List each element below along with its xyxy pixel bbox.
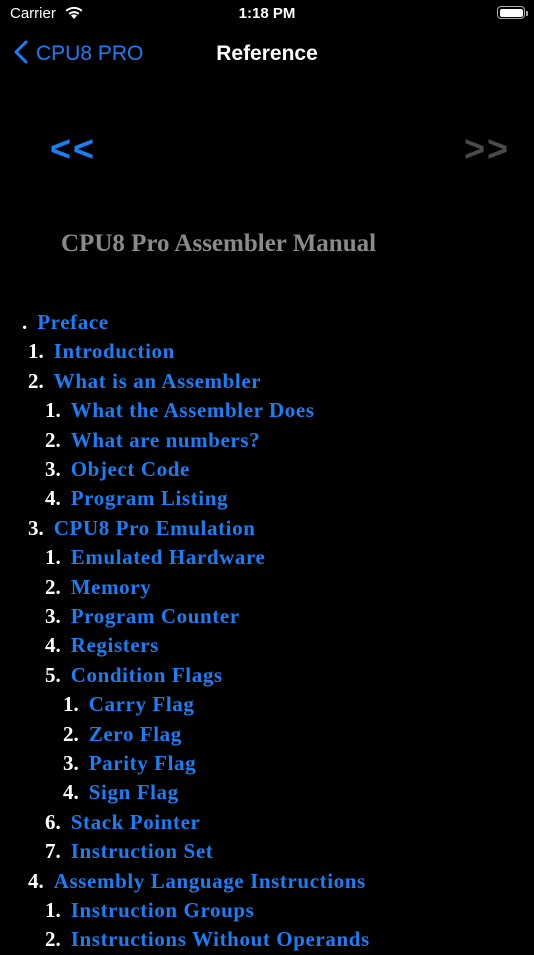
toc-item-link[interactable]: Memory [71, 575, 152, 599]
toc-item[interactable]: 2. What are numbers? [45, 426, 260, 455]
document-title: CPU8 Pro Assembler Manual [61, 230, 377, 257]
toc-item-number: 3. [28, 515, 44, 540]
toc-item-number: 7. [45, 839, 61, 864]
toc-item-link[interactable]: Stack Pointer [71, 810, 201, 834]
toc-item[interactable]: 1. What the Assembler Does [45, 396, 315, 425]
toc-item[interactable]: 3. CPU8 Pro Emulation [28, 514, 256, 543]
toc-item[interactable]: 3. Object Code [45, 455, 190, 484]
toc-item[interactable]: 3. Program Counter [45, 602, 240, 631]
toc-item[interactable]: 6. Stack Pointer [45, 808, 200, 837]
previous-page-button[interactable]: << [50, 128, 96, 170]
toc-item-link[interactable]: Object Code [71, 457, 190, 481]
toc-item-number: 1. [45, 898, 61, 922]
toc-item[interactable]: 2. What is an Assembler [28, 367, 261, 396]
toc-item-number: 2. [28, 368, 44, 393]
toc-item-link[interactable]: Carry Flag [89, 692, 195, 716]
toc-item-link[interactable]: Zero Flag [89, 722, 182, 746]
toc-item-link[interactable]: Instruction Groups [71, 898, 255, 922]
toc-item-number: 4. [63, 780, 79, 805]
toc-item-link[interactable]: CPU8 Pro Emulation [54, 516, 256, 540]
toc-item-link[interactable]: Assembly Language Instructions [54, 869, 366, 893]
toc-item[interactable]: 7. Instruction Set [45, 837, 213, 866]
toc-item-number: 2. [63, 721, 79, 746]
toc-item-link[interactable]: Sign Flag [89, 780, 179, 804]
toc-item-link[interactable]: Program Counter [71, 604, 240, 628]
next-page-button[interactable]: >> [464, 128, 510, 170]
toc-item-link[interactable]: Condition Flags [71, 663, 223, 687]
page-navigator: << >> [0, 128, 534, 178]
toc-item-number: 2. [45, 574, 61, 599]
toc-item[interactable]: 4. Assembly Language Instructions [28, 867, 366, 896]
toc-item[interactable]: 4. Program Listing [45, 484, 228, 513]
toc-item[interactable]: 4. Sign Flag [63, 778, 179, 807]
page-title: Reference [216, 42, 318, 65]
toc-item-link[interactable]: Emulated Hardware [71, 545, 266, 569]
toc-item-number: 5. [45, 662, 61, 687]
toc-item-link[interactable]: Preface [37, 310, 108, 334]
toc-item-number: 1. [45, 545, 61, 570]
toc-item-link[interactable]: Instructions Without Operands [71, 927, 370, 951]
toc-item-number: 1. [63, 692, 79, 717]
toc-item-number: 4. [45, 633, 61, 658]
toc-item-number: 1. [28, 339, 44, 364]
clock: 1:18 PM [238, 5, 296, 22]
toc-item-link[interactable]: Parity Flag [89, 751, 197, 775]
toc-item[interactable]: 2. Instructions Without Operands [45, 925, 370, 954]
toc-item-number: 4. [28, 868, 44, 893]
toc-item-number: 6. [45, 809, 61, 834]
toc-item[interactable]: 5. Condition Flags [45, 661, 223, 690]
toc-item-number: 1. [45, 398, 61, 423]
toc-item-link[interactable]: Introduction [54, 339, 175, 363]
toc-item-link[interactable]: Program Listing [71, 486, 228, 510]
toc-item-number: . [22, 310, 28, 334]
toc-item-link[interactable]: Registers [71, 633, 159, 657]
toc-item-link[interactable]: What the Assembler Does [71, 398, 315, 422]
battery-icon [497, 6, 525, 19]
toc-item-number: 4. [45, 486, 61, 511]
status-bar: Carrier 1:18 PM [0, 0, 534, 30]
toc-item[interactable]: . Preface [22, 308, 109, 337]
toc-item-number: 3. [63, 751, 79, 775]
toc-item-number: 2. [45, 427, 61, 452]
battery-cap [526, 11, 528, 16]
toc-item[interactable]: 2. Zero Flag [63, 720, 182, 749]
toc-item[interactable]: 2. Memory [45, 573, 151, 602]
toc-item-link[interactable]: What is an Assembler [54, 369, 261, 393]
toc-item-number: 3. [45, 604, 61, 628]
navigation-bar: CPU8 PRO Reference [0, 30, 534, 78]
toc-item[interactable]: 1. Carry Flag [63, 690, 194, 719]
toc-item-link[interactable]: Instruction Set [71, 839, 214, 863]
toc-item-link[interactable]: What are numbers? [71, 428, 260, 452]
toc-item-number: 2. [45, 927, 61, 952]
toc-item[interactable]: 1. Introduction [28, 337, 175, 366]
toc-item[interactable]: 3. Parity Flag [63, 749, 196, 778]
toc-item[interactable]: 1. Instruction Groups [45, 896, 254, 925]
toc-item[interactable]: 1. Emulated Hardware [45, 543, 265, 572]
toc-item-number: 3. [45, 457, 61, 481]
toc-item[interactable]: 4. Registers [45, 631, 159, 660]
